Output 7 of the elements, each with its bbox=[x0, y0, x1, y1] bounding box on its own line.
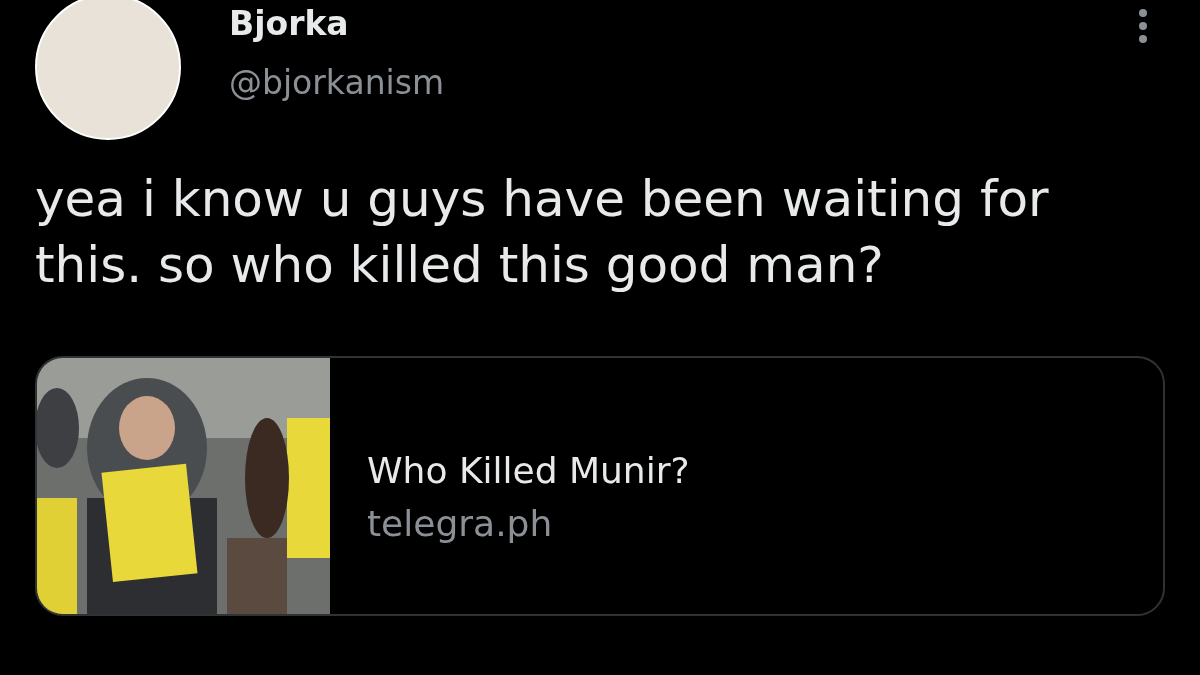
link-title[interactable]: Who Killed Munir? bbox=[367, 450, 690, 491]
link-domain: telegra.ph bbox=[367, 503, 554, 544]
author-handle[interactable]: @bjorkanism bbox=[229, 63, 445, 102]
link-card[interactable]: Who Killed Munir? telegra.ph bbox=[35, 356, 1165, 616]
more-options-icon[interactable] bbox=[1138, 8, 1148, 44]
author-name[interactable]: Bjorka bbox=[229, 4, 445, 43]
tweet-text: yea i know u guys have been waiting for this. so who killed this good man? bbox=[35, 169, 1050, 296]
